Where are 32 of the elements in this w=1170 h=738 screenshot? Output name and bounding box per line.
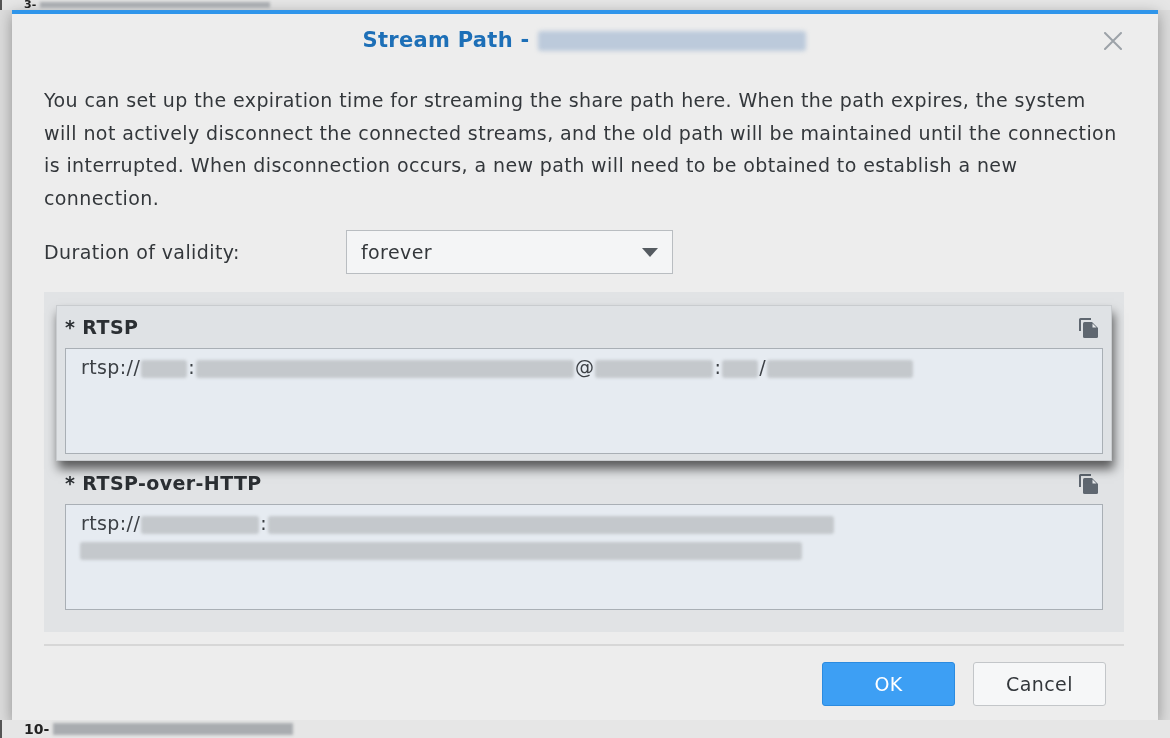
blurred-text-icon (53, 723, 294, 735)
blurred-text-icon (141, 359, 188, 378)
blurred-text-icon (722, 359, 759, 378)
url-text: : (187, 356, 197, 378)
duration-label: Duration of validity: (44, 239, 241, 265)
url-text: / (758, 356, 768, 378)
caret-icon (642, 247, 658, 257)
url-field[interactable]: rtsp:// : @ : / (65, 348, 1103, 454)
blurred-text-icon (268, 515, 835, 534)
blurred-text-icon (196, 359, 575, 378)
dialog-title: Stream Path - (362, 27, 530, 55)
url-text: : (713, 356, 723, 378)
url-field[interactable]: rtsp:// : (65, 504, 1103, 610)
url-text: : (259, 512, 269, 534)
duration-select[interactable]: forever (346, 230, 673, 274)
close-icon (1104, 32, 1122, 50)
path-label: * RTSP-over-HTTP (65, 470, 262, 496)
url-text: @ (574, 356, 596, 378)
blurred-text-icon (767, 359, 914, 378)
blurred-text-icon (595, 359, 714, 378)
blurred-text-icon (40, 2, 271, 8)
url-text: rtsp:// (80, 512, 142, 534)
path-label: * RTSP (65, 314, 139, 340)
description-text: You can set up the expiration time for streaming the share path here. When the path expires, the system will not actively disconnect the connected streams, and the old path will be maintained until the connection is interrupted. When disconnection occurs, a new path will need to be obtained to establish a new connection. (44, 88, 1118, 211)
list-row-label: 3- (24, 0, 37, 10)
copy-icon[interactable] (1077, 472, 1099, 494)
blurred-text-icon (80, 541, 802, 560)
url-text: rtsp:// (80, 356, 142, 378)
list-row-label: 10- (24, 721, 50, 737)
blurred-text-icon (141, 515, 260, 534)
copy-icon[interactable] (1077, 316, 1099, 338)
cancel-button[interactable]: Cancel (973, 662, 1106, 706)
